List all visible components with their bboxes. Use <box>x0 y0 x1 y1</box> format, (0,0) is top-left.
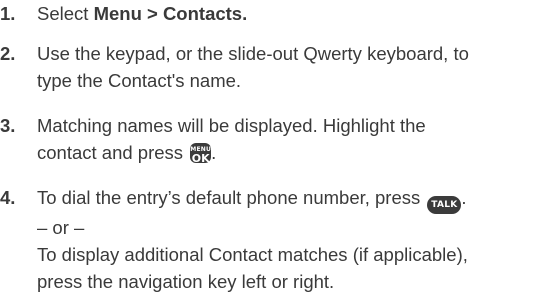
step-text-plain: . <box>211 142 217 163</box>
step-text-plain: Select <box>37 3 94 24</box>
talk-key-icon: TALK <box>427 196 462 214</box>
step-line: contact and press MENU OK. <box>37 139 553 166</box>
step-number: 4. <box>0 187 16 208</box>
step-line: Select Menu > Contacts. <box>37 0 553 27</box>
step-text: To dial the entry’s default phone number… <box>37 184 553 295</box>
instruction-steps: 1. Select Menu > Contacts. 2. Use the ke… <box>0 0 553 308</box>
step-text-plain: contact and press <box>37 142 189 163</box>
step-text: Select Menu > Contacts. <box>37 0 553 27</box>
menu-path: Menu > Contacts. <box>93 3 248 24</box>
or-separator: – or – <box>37 217 85 238</box>
step-line: To display additional Contact matches (i… <box>37 244 468 265</box>
step-number: 1. <box>0 3 16 24</box>
step-text-plain: To dial the entry’s default phone number… <box>37 187 426 208</box>
step-number: 2. <box>0 43 16 64</box>
menu-ok-key-icon: MENU OK <box>190 143 212 164</box>
step-number: 3. <box>0 115 16 136</box>
step-line: press the navigation key left or right. <box>37 271 335 292</box>
step-line: Matching names will be displayed. Highli… <box>37 115 426 136</box>
step-text: Use the keypad, or the slide-out Qwerty … <box>37 40 553 94</box>
step-line: To dial the entry’s default phone number… <box>37 184 553 214</box>
step-text-plain: . <box>461 187 467 208</box>
step-line: type the Contact's name. <box>37 70 242 91</box>
step-line: Use the keypad, or the slide-out Qwerty … <box>37 43 469 64</box>
step-text: Matching names will be displayed. Highli… <box>37 112 553 166</box>
